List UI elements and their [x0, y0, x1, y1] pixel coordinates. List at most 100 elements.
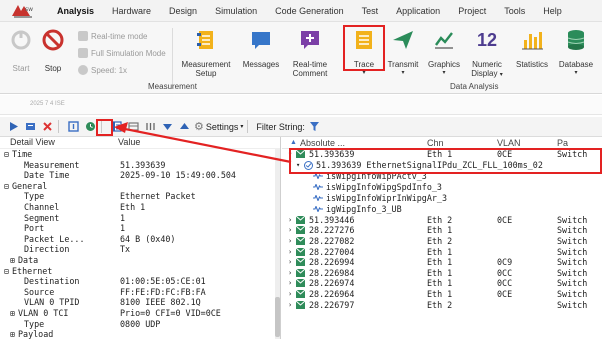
messages-button[interactable]: Messages: [240, 28, 282, 69]
detail-row[interactable]: ⊞ VLAN 0 TCI Prio=0 CFI=0 VID=0CE: [0, 308, 280, 319]
chevron-down-icon[interactable]: ▾: [288, 150, 296, 158]
expand-icon[interactable]: ⊞: [10, 309, 18, 319]
time-cell: 28.226964: [309, 289, 355, 300]
table-row[interactable]: › 28.226797 Eth 2 Switch: [282, 299, 602, 310]
table-row[interactable]: › 28.227004 Eth 1 Switch: [282, 246, 602, 257]
detail-row[interactable]: ⊞ Data: [0, 255, 280, 266]
chevron-right-icon[interactable]: ›: [288, 279, 296, 287]
detail-row[interactable]: Packet Le... 64 B (0x40): [0, 234, 280, 245]
pdu-row[interactable]: ▾ 51.393639 EthernetSignalIPdu_ZCL_FLL_1…: [282, 160, 602, 171]
menu-item-help[interactable]: Help: [534, 0, 571, 22]
expand-icon[interactable]: ⊞: [10, 256, 18, 266]
start-button[interactable]: Start: [8, 28, 34, 73]
speed-option[interactable]: Speed: 1x: [78, 65, 127, 75]
menu-item-simulation[interactable]: Simulation: [206, 0, 266, 22]
table-row[interactable]: › 28.226974 Eth 1 0CC Switch: [282, 278, 602, 289]
detail-key: Segment: [24, 212, 60, 223]
chevron-right-icon[interactable]: ›: [288, 248, 296, 256]
transmit-button[interactable]: Transmit ▾: [386, 28, 420, 78]
signal-row[interactable]: isWipgInfoWiprInWipgAr_3: [282, 193, 602, 204]
detail-row[interactable]: Channel Eth 1: [0, 202, 280, 213]
stop-button[interactable]: Stop: [40, 28, 66, 73]
filter-toggle-button[interactable]: [66, 120, 80, 134]
database-icon: [564, 28, 588, 52]
pause-trace-button[interactable]: [23, 120, 37, 134]
port-column-header[interactable]: Pa: [557, 138, 602, 148]
detail-scrollbar-thumb[interactable]: [275, 297, 280, 337]
settings-button[interactable]: ⚙ Settings ▾: [194, 120, 243, 133]
table-row[interactable]: › 28.227276 Eth 1 Switch: [282, 225, 602, 236]
detail-row[interactable]: Port 1: [0, 223, 280, 234]
detail-row[interactable]: ⊟ General: [0, 181, 280, 192]
measurement-setup-icon: [194, 28, 218, 52]
column-config-button[interactable]: [143, 120, 157, 134]
menu-item-hardware[interactable]: Hardware: [103, 0, 160, 22]
detail-value: 01:00:5E:05:CE:01: [120, 276, 206, 287]
menu-item-application[interactable]: Application: [387, 0, 449, 22]
graphics-button[interactable]: Graphics ▾: [425, 28, 463, 78]
detail-row[interactable]: Direction Tx: [0, 244, 280, 255]
table-row[interactable]: › 28.226964 Eth 1 0CE Switch: [282, 289, 602, 300]
scroll-down-button[interactable]: [160, 120, 174, 134]
detail-row[interactable]: ⊞ Payload: [0, 329, 280, 339]
detail-row[interactable]: Type Ethernet Packet: [0, 191, 280, 202]
menu-item-design[interactable]: Design: [160, 0, 206, 22]
detail-value: [118, 255, 120, 266]
realtime-mode-option[interactable]: Real-time mode: [78, 31, 147, 41]
menu-item-code-generation[interactable]: Code Generation: [266, 0, 353, 22]
filter-funnel-button[interactable]: [308, 120, 322, 134]
signal-row[interactable]: isWipgInfoWipPActv_3: [282, 171, 602, 182]
time-mode-button[interactable]: [83, 120, 97, 134]
detail-value: 1: [120, 212, 126, 223]
menu-item-test[interactable]: Test: [353, 0, 388, 22]
clear-button[interactable]: [40, 120, 54, 134]
menu-item-analysis[interactable]: Analysis: [48, 0, 103, 22]
detail-row[interactable]: VLAN 0 TPID 8100 IEEE 802.1Q: [0, 297, 280, 308]
signal-row[interactable]: isWipgInfoWipgSpdInfo_3: [282, 182, 602, 193]
chevron-right-icon[interactable]: ›: [288, 290, 296, 298]
absolute-time-column-header[interactable]: ▲ Absolute ...: [282, 138, 427, 148]
play-button[interactable]: [6, 120, 20, 134]
table-row-expanded[interactable]: ▾ 51.393639 Eth 1 0CE Switch: [282, 149, 602, 160]
chevron-down-icon[interactable]: ▾: [296, 161, 304, 169]
expand-icon[interactable]: ⊞: [10, 330, 18, 339]
channel-column-header[interactable]: Chn: [427, 138, 497, 148]
table-row[interactable]: › 28.226984 Eth 1 0CC Switch: [282, 268, 602, 279]
detail-row[interactable]: ⊟ Ethernet: [0, 266, 280, 277]
vlan-column-header[interactable]: VLAN: [497, 138, 557, 148]
detail-row[interactable]: Type 0800 UDP: [0, 319, 280, 330]
detail-row[interactable]: ⊟ Time: [0, 149, 280, 160]
collapse-icon[interactable]: ⊟: [4, 182, 12, 192]
menu-item-project[interactable]: Project: [449, 0, 495, 22]
chevron-right-icon[interactable]: ›: [288, 216, 296, 224]
statistics-button[interactable]: Statistics: [510, 28, 554, 69]
detail-key: Time: [12, 149, 33, 159]
menu-item-tools[interactable]: Tools: [495, 0, 534, 22]
signal-row[interactable]: igWipgInfo_3_UB: [282, 204, 602, 215]
split-view-button[interactable]: [126, 120, 140, 134]
time-cell: 51.393446: [309, 214, 355, 225]
signal-wave-icon: [313, 184, 323, 191]
table-row[interactable]: › 28.226994 Eth 1 0C9 Switch: [282, 257, 602, 268]
collapse-icon[interactable]: ⊟: [4, 150, 12, 160]
detail-row[interactable]: Source FF:FE:FD:FC:FB:FA: [0, 287, 280, 298]
chevron-right-icon[interactable]: ›: [288, 226, 296, 234]
detail-row[interactable]: Measurement 51.393639: [0, 160, 280, 171]
chevron-right-icon[interactable]: ›: [288, 301, 296, 309]
chevron-right-icon[interactable]: ›: [288, 237, 296, 245]
chevron-right-icon[interactable]: ›: [288, 269, 296, 277]
detail-row[interactable]: Segment 1: [0, 213, 280, 224]
detail-row[interactable]: Destination 01:00:5E:05:CE:01: [0, 276, 280, 287]
table-row[interactable]: › 28.227082 Eth 2 Switch: [282, 236, 602, 247]
database-button[interactable]: Database ▾: [556, 28, 596, 78]
collapse-icon[interactable]: ⊟: [4, 267, 12, 277]
table-row[interactable]: › 51.393446 Eth 2 0CE Switch: [282, 215, 602, 226]
chevron-right-icon[interactable]: ›: [288, 258, 296, 266]
detail-key: Measurement: [24, 159, 80, 170]
realtime-comment-button[interactable]: Real-time Comment: [288, 28, 332, 78]
numeric-display-button[interactable]: 12 Numeric Display ▾: [467, 28, 507, 80]
measurement-setup-button[interactable]: Measurement Setup: [178, 28, 234, 78]
detail-row[interactable]: Date Time 2025-09-10 15:49:00.504: [0, 170, 280, 181]
scroll-up-button[interactable]: [177, 120, 191, 134]
full-simulation-mode-option[interactable]: Full Simulation Mode: [78, 48, 166, 58]
